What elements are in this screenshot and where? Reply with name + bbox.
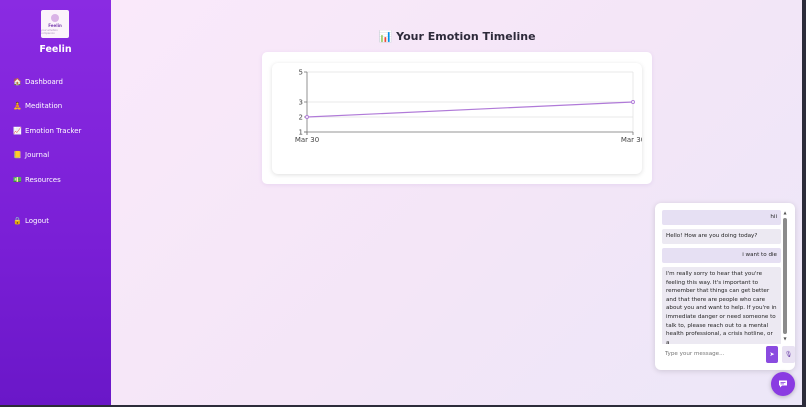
- page-title-text: Your Emotion Timeline: [396, 30, 536, 43]
- chat-messages[interactable]: hii Hello! How are you doing today? i wa…: [660, 208, 782, 344]
- bar-chart-icon: 📊: [378, 30, 393, 43]
- logo-title: Feelin: [48, 22, 62, 28]
- app-logo[interactable]: Feelin your emotion companion: [41, 10, 69, 38]
- notebook-icon: 📒: [13, 151, 22, 159]
- emotion-line-chart: 1235Mar 30Mar 30: [295, 69, 642, 145]
- sidebar-item-resources[interactable]: 💵 Resources: [13, 176, 61, 184]
- sidebar: Feelin your emotion companion Feelin 🏠 D…: [0, 0, 111, 405]
- data-point: [305, 115, 309, 119]
- home-icon: 🏠: [13, 78, 22, 86]
- chat-input[interactable]: [662, 348, 766, 360]
- logo-tagline: your emotion companion: [41, 28, 58, 35]
- meditation-icon: 🧘: [13, 102, 22, 110]
- sidebar-item-label: Meditation: [25, 102, 63, 110]
- bot-message: I'm really sorry to hear that you're fee…: [662, 267, 781, 344]
- sidebar-item-label: Emotion Tracker: [25, 127, 82, 135]
- sidebar-item-emotion-tracker[interactable]: 📈 Emotion Tracker: [13, 127, 81, 135]
- user-message: hii: [662, 210, 781, 225]
- chart-container: 1235Mar 30Mar 30: [272, 63, 642, 174]
- scroll-thumb[interactable]: [783, 218, 787, 334]
- chart-icon: 📈: [13, 127, 22, 135]
- sidebar-item-label: Resources: [25, 176, 61, 184]
- chat-panel: hii Hello! How are you doing today? i wa…: [655, 203, 795, 370]
- microphone-icon: 🎙: [784, 351, 793, 358]
- mic-button[interactable]: 🎙: [782, 346, 795, 363]
- sidebar-item-label: Journal: [25, 151, 50, 159]
- window-right-edge: [802, 0, 806, 407]
- bot-message: Hello! How are you doing today?: [662, 229, 781, 244]
- page-title: 📊 Your Emotion Timeline: [262, 30, 652, 43]
- x-tick-label: Mar 30: [621, 136, 642, 144]
- timeline-card: 1235Mar 30Mar 30: [262, 52, 652, 184]
- y-tick-label: 2: [299, 114, 303, 122]
- logout-button[interactable]: 🔒 Logout: [13, 217, 49, 225]
- sidebar-item-journal[interactable]: 📒 Journal: [13, 151, 49, 159]
- logout-label: Logout: [25, 217, 49, 225]
- y-tick-label: 5: [299, 69, 303, 77]
- logo-mark-icon: [51, 13, 59, 22]
- chat-bubble-icon: [779, 380, 787, 388]
- sidebar-item-label: Dashboard: [25, 78, 63, 86]
- send-button[interactable]: ➤: [766, 346, 778, 363]
- scroll-down-icon[interactable]: ▼: [782, 336, 788, 341]
- money-icon: 💵: [13, 176, 22, 184]
- y-tick-label: 3: [299, 99, 303, 107]
- chat-scrollbar[interactable]: ▲ ▼: [782, 210, 788, 344]
- scroll-up-icon[interactable]: ▲: [782, 210, 788, 215]
- data-point: [631, 100, 635, 104]
- sidebar-item-meditation[interactable]: 🧘 Meditation: [13, 102, 62, 110]
- chat-toggle-button[interactable]: [771, 372, 795, 396]
- send-icon: ➤: [769, 351, 775, 358]
- x-tick-label: Mar 30: [295, 136, 319, 144]
- sidebar-item-dashboard[interactable]: 🏠 Dashboard: [13, 78, 63, 86]
- lock-icon: 🔒: [13, 217, 22, 225]
- brand-name: Feelin: [39, 44, 72, 55]
- user-message: i want to die: [662, 248, 781, 263]
- series-line: [306, 101, 634, 118]
